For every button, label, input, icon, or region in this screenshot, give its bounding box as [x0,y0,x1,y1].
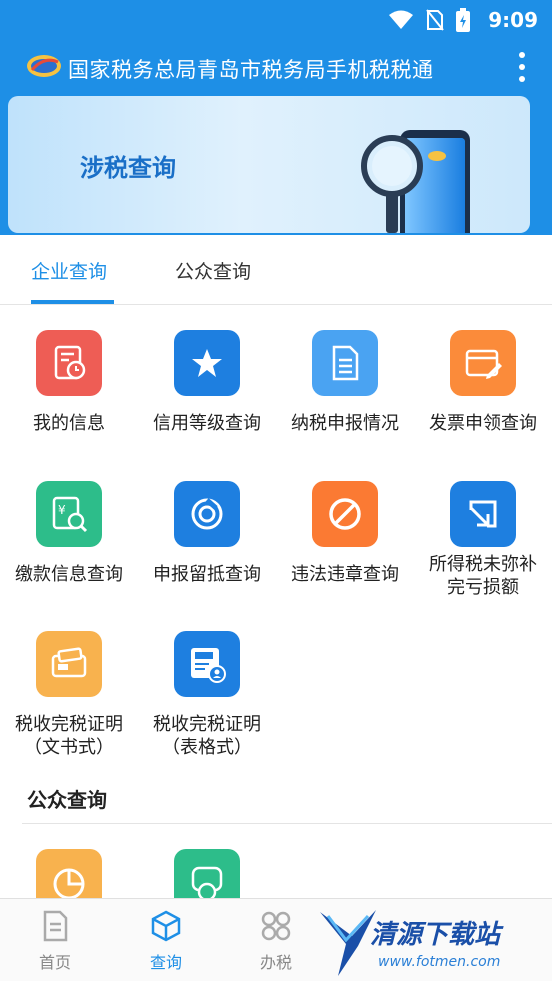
app-bar: 国家税务总局青岛市税务局手机税税通 [0,46,552,90]
grid-item-payment-info[interactable]: ¥ 缴款信息查询 [0,481,138,586]
more-menu-icon[interactable] [518,52,526,82]
status-bar: 9:09 [0,0,552,40]
invoice-pen-icon [450,330,516,396]
grid-item-label-line1: 税收完税证明 [15,714,123,735]
grid-item-violations[interactable]: 违法违章查询 [276,481,414,586]
arrow-down-right-icon [450,481,516,547]
grid-item-label: 违法违章查询 [291,564,399,585]
wifi-icon [389,10,413,29]
star-icon [174,330,240,396]
grid-item-label: 信用等级查询 [153,413,261,434]
watermark-url: www.fotmen.com [378,954,501,970]
wallet-card-icon [36,631,102,697]
banner: 涉税查询 [8,96,530,233]
grid-item-label-line2: （文书式） [24,737,114,758]
query-tabs: 企业查询 公众查询 [0,235,552,305]
grid-item-label: 缴款信息查询 [15,564,123,585]
nav-query[interactable]: 查询 [126,909,206,973]
grid-item-retained-credit[interactable]: 申报留抵查询 [138,481,276,586]
clock: 9:09 [488,8,538,32]
grid-item-label-line2: （表格式） [162,737,252,758]
grid-item-my-info[interactable]: 我的信息 [0,330,138,435]
grid-item-label-line1: 税收完税证明 [153,714,261,735]
grid-item-credit-rating[interactable]: 信用等级查询 [138,330,276,435]
nav-query-label: 查询 [149,953,182,972]
sim-off-icon [426,9,444,31]
home-doc-icon [43,910,68,942]
app-title: 国家税务总局青岛市税务局手机税税通 [68,58,434,82]
grid-item-label-line2: 完亏损额 [447,577,519,598]
document-clock-icon [36,330,102,396]
nav-home[interactable]: 首页 [15,909,95,973]
yuan-search-icon: ¥ [36,481,102,547]
document-list-icon [312,330,378,396]
section-title-public: 公众查询 [27,788,107,812]
cube-icon [151,910,181,942]
forbidden-icon [312,481,378,547]
svg-text:¥: ¥ [58,503,66,517]
grid-item-label-line1: 所得税未弥补 [429,554,537,575]
nav-tax-handling-label: 办税 [259,953,292,972]
certificate-user-icon [174,631,240,697]
app-logo-icon [27,55,61,77]
nav-home-label: 首页 [38,953,71,972]
cycle-icon [174,481,240,547]
grid-item-label: 纳税申报情况 [291,413,399,434]
banner-title: 涉税查询 [80,154,176,182]
watermark: 清源下载站 www.fotmen.com [318,906,538,978]
phone-magnifier-illustration [361,130,470,233]
grid-item-label: 我的信息 [33,413,105,434]
battery-charging-icon [456,8,470,32]
active-tab-indicator [31,300,114,304]
grid-item-invoice-apply[interactable]: 发票申领查询 [414,330,552,435]
grid-item-tax-cert-table[interactable]: 税收完税证明 （表格式） [138,631,276,759]
grid-item-label: 申报留抵查询 [153,564,261,585]
tab-enterprise-query[interactable]: 企业查询 [31,257,107,284]
section-divider [22,823,552,824]
grid-item-uncovered-loss[interactable]: 所得税未弥补 完亏损额 [414,481,552,599]
grid-item-label: 发票申领查询 [429,413,537,434]
watermark-logo-icon [320,910,376,976]
nav-tax-handling[interactable]: 办税 [236,909,316,973]
grid-item-label: 税收完税证明 （文书式） [0,713,138,759]
tab-public-query[interactable]: 公众查询 [175,257,251,284]
grid-item-label: 所得税未弥补 完亏损额 [414,553,552,599]
grid-icon [261,911,291,941]
grid-item-tax-filing[interactable]: 纳税申报情况 [276,330,414,435]
grid-item-tax-cert-document[interactable]: 税收完税证明 （文书式） [0,631,138,759]
watermark-text: 清源下载站 [370,920,501,950]
grid-item-label: 税收完税证明 （表格式） [138,713,276,759]
